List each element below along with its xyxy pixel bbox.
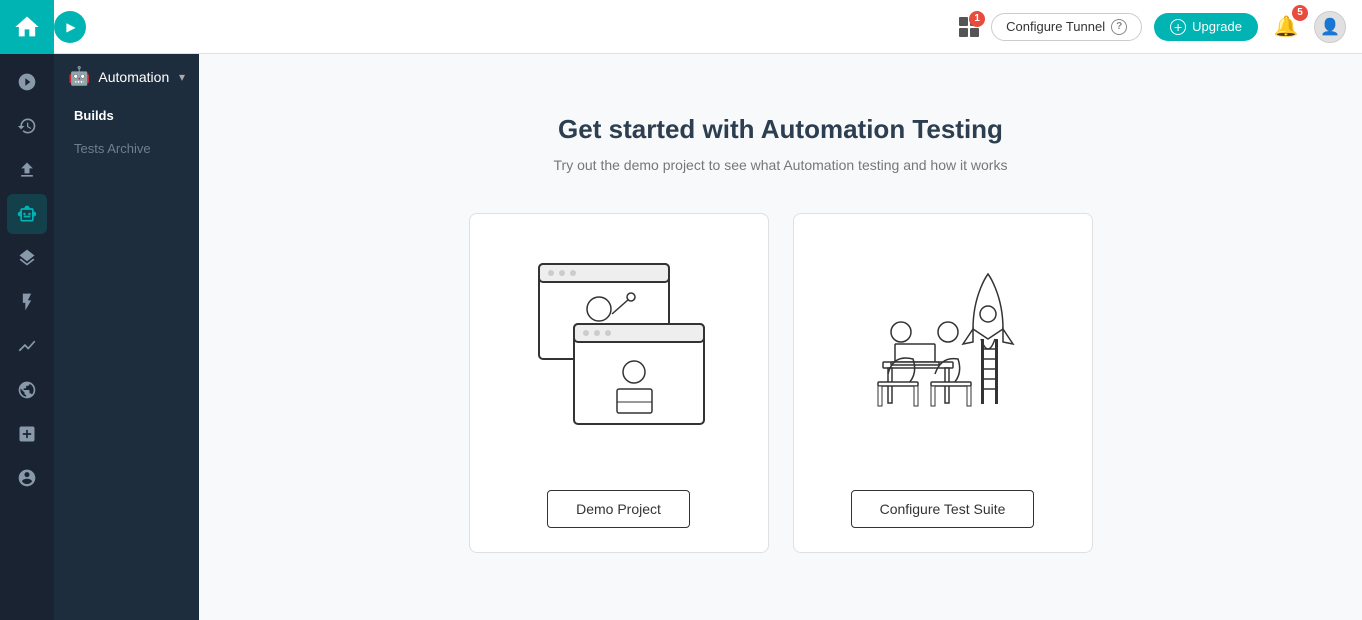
sidebar-icon-automation[interactable] — [7, 194, 47, 234]
sidebar-icon-layers[interactable] — [7, 238, 47, 278]
upgrade-button[interactable]: + Upgrade — [1154, 13, 1258, 41]
content-area: Get started with Automation Testing Try … — [199, 54, 1362, 620]
top-header: 1 Configure Tunnel ? + Upgrade 🔔 5 👤 — [0, 0, 1362, 54]
sidebar-expanded: 🤖 Automation ▾ Builds Tests Archive — [54, 54, 199, 620]
demo-project-button[interactable]: Demo Project — [547, 490, 690, 528]
cards-row: Demo Project — [401, 213, 1161, 553]
configure-tunnel-button[interactable]: Configure Tunnel ? — [991, 13, 1142, 41]
notification-button[interactable]: 🔔 5 — [1270, 11, 1302, 43]
grid-badge: 1 — [969, 11, 985, 27]
configure-test-suite-card: Configure Test Suite — [793, 213, 1093, 553]
sidebar-icon-settings[interactable] — [7, 458, 47, 498]
help-icon: ? — [1111, 19, 1127, 35]
page-subtitle: Try out the demo project to see what Aut… — [554, 157, 1008, 173]
user-avatar-icon: 👤 — [1320, 17, 1340, 37]
sidebar-item-builds[interactable]: Builds — [54, 99, 199, 132]
upgrade-label: Upgrade — [1192, 19, 1242, 34]
chevron-down-icon: ▾ — [179, 70, 185, 84]
sidebar-icon-history[interactable] — [7, 106, 47, 146]
grid-button[interactable]: 1 — [959, 17, 979, 37]
sidebar-icon-analytics[interactable] — [7, 62, 47, 102]
sidebar-icon-upload[interactable] — [7, 150, 47, 190]
robot-icon: 🤖 — [68, 66, 90, 87]
sidebar-icon-add[interactable] — [7, 414, 47, 454]
automation-section-header[interactable]: 🤖 Automation ▾ — [54, 54, 199, 99]
demo-project-illustration — [509, 244, 729, 444]
main-layout: 🤖 Automation ▾ Builds Tests Archive Get … — [0, 54, 1362, 620]
home-icon — [13, 13, 41, 41]
automation-label: Automation — [98, 69, 169, 85]
configure-tunnel-label: Configure Tunnel — [1006, 19, 1105, 34]
demo-project-card: Demo Project — [469, 213, 769, 553]
configure-test-suite-illustration — [833, 244, 1053, 444]
logo-area[interactable] — [0, 0, 54, 54]
sidebar-icon-integration[interactable] — [7, 370, 47, 410]
header-right: 1 Configure Tunnel ? + Upgrade 🔔 5 👤 — [959, 11, 1346, 43]
play-button[interactable] — [54, 11, 86, 43]
notification-badge: 5 — [1292, 5, 1308, 21]
plus-circle-icon: + — [1170, 19, 1186, 35]
page-title: Get started with Automation Testing — [558, 114, 1003, 145]
sidebar-narrow — [0, 54, 54, 620]
sidebar-icon-chart[interactable] — [7, 326, 47, 366]
user-avatar[interactable]: 👤 — [1314, 11, 1346, 43]
sidebar-icon-lightning[interactable] — [7, 282, 47, 322]
sidebar-item-tests-archive[interactable]: Tests Archive — [54, 132, 199, 165]
configure-test-suite-button[interactable]: Configure Test Suite — [851, 490, 1035, 528]
